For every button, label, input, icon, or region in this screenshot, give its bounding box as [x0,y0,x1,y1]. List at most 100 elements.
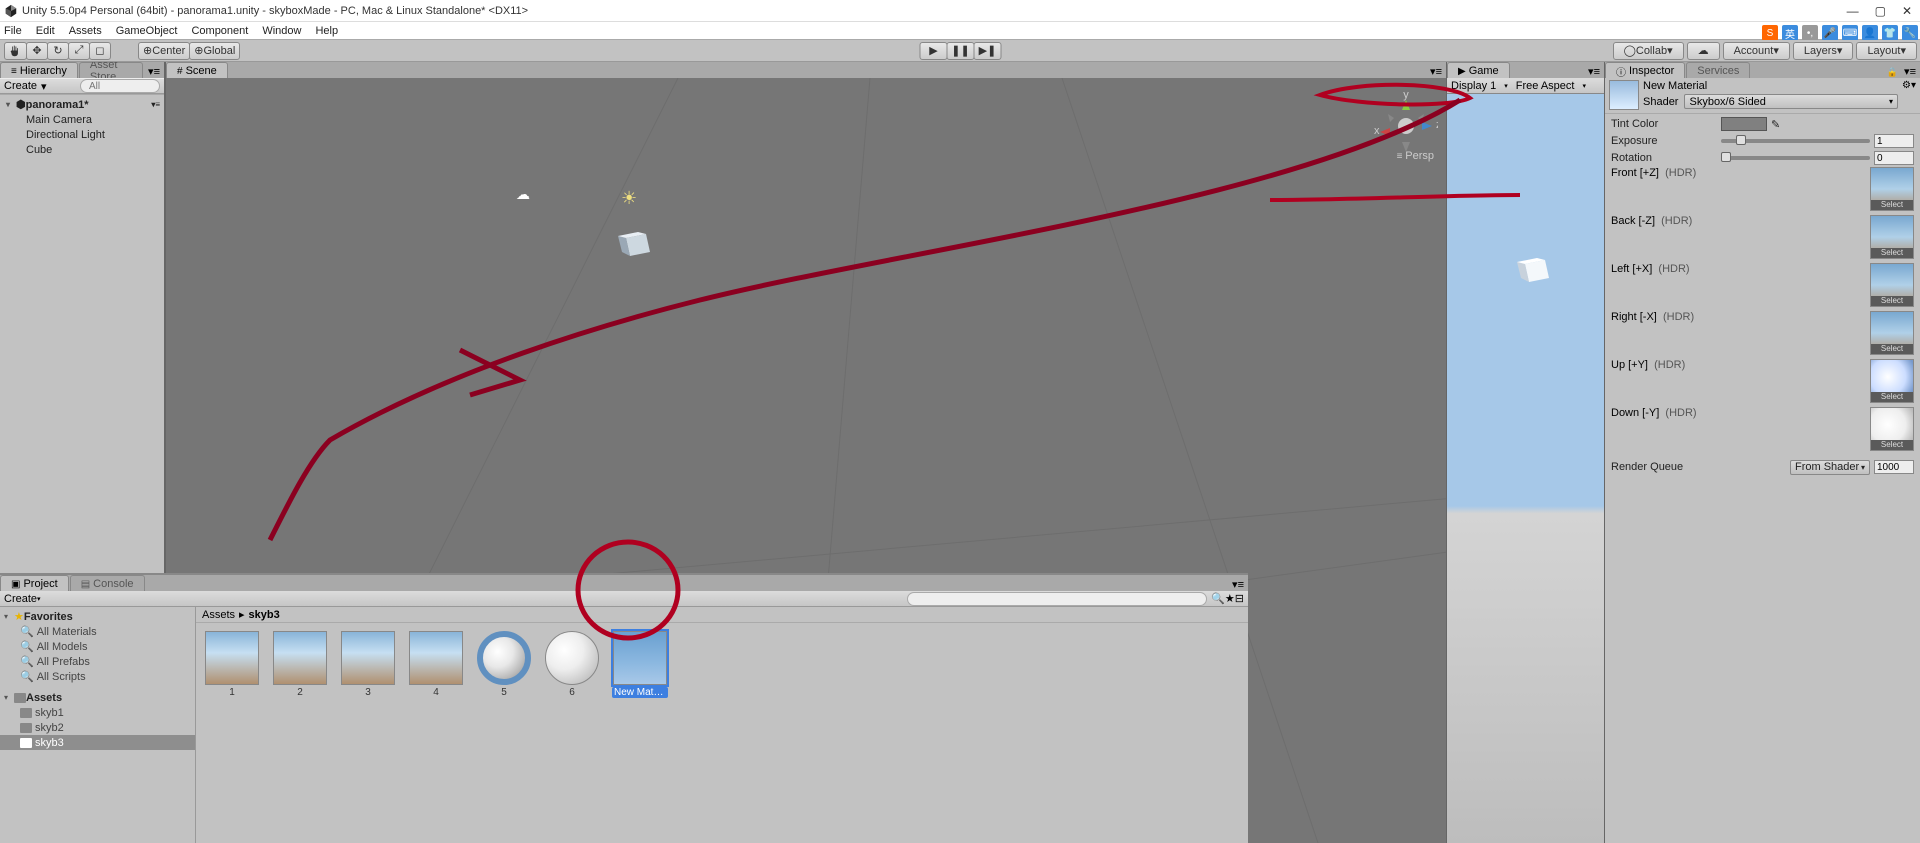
ime-person-icon[interactable]: 👤 [1862,25,1878,41]
tex-thumb-1[interactable] [1870,215,1914,259]
gameobject-cube[interactable]: Cube [0,142,164,157]
render-queue-mode[interactable]: From Shader [1790,460,1870,475]
asset-item-4[interactable]: 4 [408,631,464,698]
rotation-field[interactable] [1874,151,1914,165]
asset-thumb [477,631,531,685]
inspector-tab[interactable]: ⓘ Inspector [1605,62,1685,78]
play-button[interactable]: ▶ [920,42,948,60]
ime-voice-icon[interactable]: 🎤 [1822,25,1838,41]
tex-hdr-label: (HDR) [1658,263,1689,275]
render-queue-value[interactable] [1874,460,1914,474]
folder-skyb1[interactable]: skyb1 [0,705,195,720]
ime-lang-icon[interactable]: 英 [1782,25,1798,41]
aspect-dropdown[interactable]: Free Aspect [1516,80,1575,92]
tex-thumb-5[interactable] [1870,407,1914,451]
ime-settings-icon[interactable]: 🔧 [1902,25,1918,41]
menu-gameobject[interactable]: GameObject [116,25,178,37]
menu-file[interactable]: File [4,25,22,37]
scene-tab-menu[interactable]: ▾≡ [1426,65,1446,78]
console-tab[interactable]: ▤ Console [70,575,145,591]
fav-all-models[interactable]: 🔍All Models [0,639,195,654]
collab-dropdown[interactable]: ◯ Collab ▾ [1613,42,1684,60]
eyedropper-icon[interactable]: ✎ [1771,118,1780,131]
folder-skyb3[interactable]: skyb3 [0,735,195,750]
hierarchy-create[interactable]: Create [4,80,37,92]
save-search-icon[interactable]: ⊟ [1235,592,1244,605]
maximize-button[interactable]: ▢ [1875,4,1886,18]
project-tab-menu[interactable]: ▾≡ [1228,578,1248,591]
project-create[interactable]: Create [4,593,37,605]
exposure-field[interactable] [1874,134,1914,148]
scene-row[interactable]: ▾⬢ panorama1*▾≡ [0,97,164,112]
assets-header[interactable]: ▾ Assets [0,690,195,705]
menu-window[interactable]: Window [262,25,301,37]
menu-component[interactable]: Component [191,25,248,37]
rotation-slider[interactable] [1721,156,1870,160]
menu-assets[interactable]: Assets [69,25,102,37]
cloud-button[interactable]: ☁ [1687,42,1720,60]
asset-item-New Materi...[interactable]: New Materi... [612,631,668,698]
ime-logo-icon[interactable]: S [1762,25,1778,41]
scene-tab[interactable]: # Scene [166,62,228,78]
game-tab[interactable]: ▶ Game [1447,62,1510,78]
minimize-button[interactable]: — [1847,4,1859,18]
breadcrumb-folder[interactable]: skyb3 [249,609,280,621]
scale-tool[interactable]: ⤢ [68,42,90,60]
asset-item-2[interactable]: 2 [272,631,328,698]
pivot-global[interactable]: ⊕ Global [189,42,240,60]
gameobject-main-camera[interactable]: Main Camera [0,112,164,127]
asset-item-6[interactable]: 6 [544,631,600,698]
move-tool[interactable]: ✥ [26,42,48,60]
inspector-tab-menu[interactable]: ▾≡ [1900,65,1920,78]
asset-item-5[interactable]: 5 [476,631,532,698]
asset-item-1[interactable]: 1 [204,631,260,698]
layers-dropdown[interactable]: Layers ▾ [1793,42,1854,60]
hierarchy-search[interactable] [80,79,160,93]
tex-thumb-0[interactable] [1870,167,1914,211]
tex-thumb-2[interactable] [1870,263,1914,307]
tab-menu-icon[interactable]: ▾≡ [144,65,164,78]
project-tab[interactable]: ▣ Project [0,575,69,591]
pause-button[interactable]: ❚❚ [947,42,975,60]
rect-tool[interactable]: ◻ [89,42,111,60]
search-by-type-icon[interactable]: 🔍 [1211,592,1225,605]
hand-tool[interactable] [4,42,27,60]
account-dropdown[interactable]: Account ▾ [1723,42,1790,60]
services-tab[interactable]: Services [1686,62,1750,78]
shader-dropdown[interactable]: Skybox/6 Sided [1684,94,1898,109]
close-button[interactable]: ✕ [1902,4,1912,18]
project-search[interactable] [907,592,1207,606]
tex-thumb-4[interactable] [1870,359,1914,403]
material-settings-icon[interactable]: ⚙▾ [1902,80,1916,91]
inspector-lock-icon[interactable]: 🔒 [1885,67,1900,78]
ime-skin-icon[interactable]: 👕 [1882,25,1898,41]
asset-name: New Materi... [612,687,668,698]
fav-all-scripts[interactable]: 🔍All Scripts [0,669,195,684]
pivot-center[interactable]: ⊕ Center [138,42,190,60]
search-by-label-icon[interactable]: ★ [1225,592,1235,605]
step-button[interactable]: ▶❚ [974,42,1002,60]
fav-all-materials[interactable]: 🔍All Materials [0,624,195,639]
breadcrumb-assets[interactable]: Assets [202,609,235,621]
menu-edit[interactable]: Edit [36,25,55,37]
hierarchy-tab[interactable]: ≡ Hierarchy [0,62,78,78]
exposure-slider[interactable] [1721,139,1870,143]
ime-punct-icon[interactable]: •, [1802,25,1818,41]
rotate-tool[interactable]: ↻ [47,42,69,60]
cube-mesh[interactable] [616,228,656,268]
layout-dropdown[interactable]: Layout ▾ [1856,42,1917,60]
persp-label[interactable]: ≡ Persp [1397,150,1434,162]
menu-help[interactable]: Help [315,25,338,37]
tex-thumb-3[interactable] [1870,311,1914,355]
folder-skyb2[interactable]: skyb2 [0,720,195,735]
favorites-header[interactable]: ▾★ Favorites [0,609,195,624]
asset-store-tab[interactable]: Asset Store [79,62,143,78]
display-dropdown[interactable]: Display 1 [1451,80,1496,92]
gameobject-directional-light[interactable]: Directional Light [0,127,164,142]
asset-item-3[interactable]: 3 [340,631,396,698]
tint-color-field[interactable] [1721,117,1767,131]
fav-all-prefabs[interactable]: 🔍All Prefabs [0,654,195,669]
game-tab-menu[interactable]: ▾≡ [1584,65,1604,78]
material-preview[interactable] [1609,80,1639,110]
ime-keyboard-icon[interactable]: ⌨ [1842,25,1858,41]
